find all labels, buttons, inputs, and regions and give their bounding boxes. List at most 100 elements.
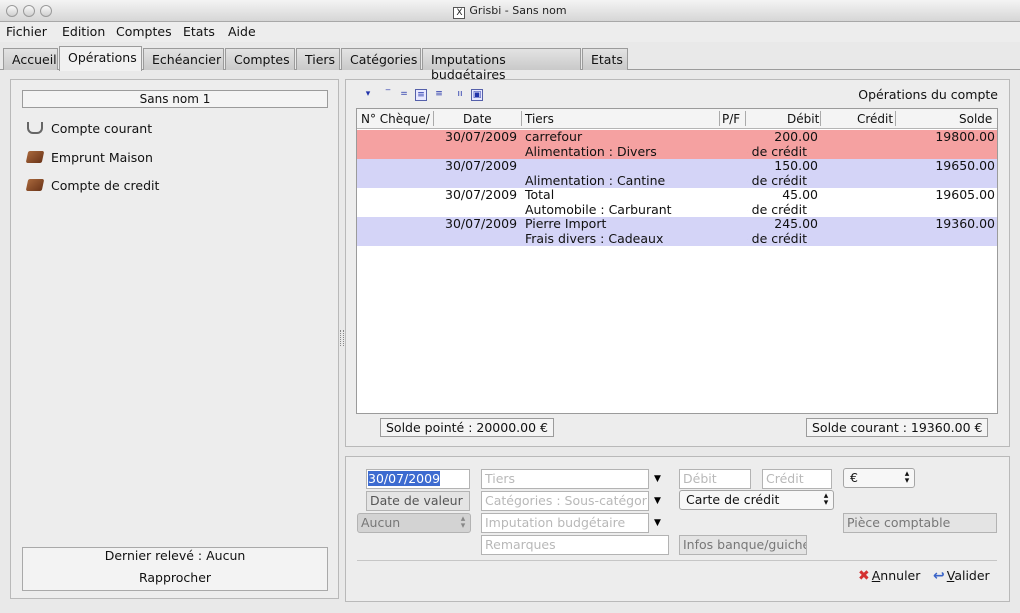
cancel-button[interactable]: ✖ Annuler [858,568,920,584]
categories-dropdown-icon[interactable]: ▼ [654,496,661,506]
menu-comptes[interactable]: Comptes [116,24,172,39]
infos-banque-field[interactable]: Infos banque/guichet [679,535,807,555]
reconcile-status-select[interactable]: Aucun ▴ ▾ [357,513,471,533]
date-cell: 30/07/2009 [445,158,518,173]
main-tabs: Accueil Opérations Echéancier Comptes Ti… [0,46,1020,82]
table-row-detail[interactable]: Automobile : Carburant Carte de crédit [357,201,997,217]
window-title: Grisbi - Sans nom [469,4,567,17]
tiers-cell: carrefour [525,129,583,144]
category-cell: Alimentation : Divers [525,143,657,159]
column-tiers[interactable]: Tiers [525,112,554,126]
column-cheque[interactable]: N° Chèque/ [361,112,430,126]
tab-imputations[interactable]: Imputations budgétaires [422,48,581,82]
debit-cell: 245.00 [774,216,818,231]
one-line-view-icon[interactable]: ‾ [382,89,394,101]
payment-cell: Carte de crédit [747,202,807,217]
payment-method-value: Carte de crédit [686,492,780,507]
tab-accueil[interactable]: Accueil [3,48,58,70]
column-credit[interactable]: Crédit [857,112,893,126]
expand-all-icon[interactable]: ▾ [362,89,374,101]
column-pf[interactable]: P/F [722,112,740,126]
validate-arrow-icon: ↩ [933,568,945,584]
solde-courant-label: Solde courant : 19360.00 € [806,418,989,437]
category-cell: Automobile : Carburant [525,201,672,217]
payment-cell: Carte de crédit [747,173,807,188]
tab-operations[interactable]: Opérations [59,46,142,71]
show-reconciled-icon[interactable]: ıı [454,89,466,101]
date-field[interactable]: 30/07/2009 [366,469,470,489]
table-row[interactable]: 30/07/2009 carrefour 200.00 19800.00 [357,130,997,145]
column-separator[interactable] [820,111,821,126]
reconcile-button[interactable]: Rapprocher [23,570,327,585]
sidebar-item-emprunt-maison[interactable]: Emprunt Maison [25,150,153,165]
column-solde[interactable]: Solde [959,112,992,126]
book-icon [25,151,45,163]
date-cell: 30/07/2009 [445,216,518,231]
tiers-field[interactable]: Tiers [481,469,649,489]
x11-icon: X [453,7,466,19]
sidebar-item-compte-courant[interactable]: Compte courant [27,121,152,136]
sidebar-item-compte-de-credit[interactable]: Compte de credit [25,178,160,193]
table-row[interactable]: 30/07/2009 150.00 19650.00 [357,159,997,174]
payment-method-select[interactable]: Carte de crédit ▴ ▾ [679,490,834,510]
category-cell: Alimentation : Cantine [525,172,666,188]
account-label: Compte courant [51,121,153,136]
book-icon [25,179,45,191]
table-row-detail[interactable]: Frais divers : Cadeaux Carte de crédit [357,231,997,246]
column-date[interactable]: Date [463,112,492,126]
table-row-detail[interactable]: Alimentation : Cantine Carte de crédit [357,172,997,188]
spin-arrows-icon: ▴ ▾ [823,491,829,508]
currency-select[interactable]: € ▴ ▾ [843,468,915,488]
menu-bar: Fichier Edition Comptes Etats Aide [0,22,1020,42]
reconcile-mode-icon[interactable]: ▣ [471,89,483,101]
categories-field[interactable]: Catégories : Sous-catégories [481,491,649,511]
menu-edition[interactable]: Edition [62,24,105,39]
tab-categories[interactable]: Catégories [341,48,421,70]
cancel-label-rest: nnuler [880,568,921,583]
debit-cell: 200.00 [774,129,818,144]
column-separator[interactable] [745,111,746,126]
menu-fichier[interactable]: Fichier [6,24,47,39]
column-separator[interactable] [719,111,720,126]
account-label: Emprunt Maison [51,150,153,165]
remarques-field[interactable]: Remarques [481,535,669,555]
credit-field[interactable]: Crédit [762,469,832,489]
column-separator[interactable] [521,111,522,126]
validate-button[interactable]: ↩ Valider [933,568,990,584]
four-line-view-icon[interactable]: ≡ [433,89,445,101]
menu-etats[interactable]: Etats [183,24,215,39]
tab-comptes[interactable]: Comptes [225,48,295,70]
window-title-area: X Grisbi - Sans nom [0,4,1020,19]
currency-value: € [850,470,858,485]
tiers-dropdown-icon[interactable]: ▼ [654,474,661,484]
tab-echeancier[interactable]: Echéancier [143,48,224,70]
menu-aide[interactable]: Aide [228,24,256,39]
table-row[interactable]: 30/07/2009 Pierre Import 245.00 19360.00 [357,217,997,232]
form-divider [357,560,997,561]
tab-etats[interactable]: Etats [582,48,628,70]
date-cell: 30/07/2009 [445,129,518,144]
account-label: Compte de credit [51,178,160,193]
value-date-field[interactable]: Date de valeur [366,491,470,511]
validate-label-rest: alider [954,568,990,583]
column-separator[interactable] [895,111,896,126]
three-line-view-icon[interactable]: ≡ [415,89,427,101]
date-value: 30/07/2009 [368,471,441,486]
solde-cell: 19800.00 [935,129,995,144]
piece-comptable-field[interactable]: Pièce comptable [843,513,997,533]
table-row-detail[interactable]: Alimentation : Divers Carte de crédit [357,143,997,159]
table-row[interactable]: 30/07/2009 Total 45.00 19605.00 [357,188,997,203]
debit-field[interactable]: Débit [679,469,751,489]
imputation-dropdown-icon[interactable]: ▼ [654,518,661,528]
window-titlebar: X Grisbi - Sans nom [0,0,1020,22]
column-debit[interactable]: Débit [787,112,819,126]
imputation-field[interactable]: Imputation budgétaire [481,513,649,533]
pane-splitter-handle[interactable] [340,330,344,346]
cancel-x-icon: ✖ [858,568,870,584]
column-separator[interactable] [433,111,434,126]
payment-cell: Carte de crédit [747,231,807,246]
two-line-view-icon[interactable]: = [398,89,410,101]
table-header: N° Chèque/ Date Tiers P/F Débit Crédit S… [357,109,997,129]
file-name-label: Sans nom 1 [22,90,328,108]
tab-tiers[interactable]: Tiers [296,48,340,70]
